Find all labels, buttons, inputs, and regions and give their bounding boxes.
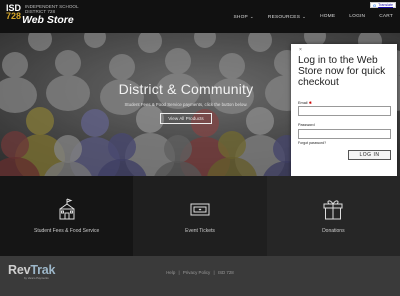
email-field[interactable] bbox=[298, 106, 391, 116]
category-tiles: Student Fees & Food Service Event Ticket… bbox=[0, 176, 400, 256]
login-panel: × Log in to the Web Store now for quick … bbox=[291, 44, 397, 188]
isd728-link[interactable]: ISD 728 bbox=[218, 270, 234, 275]
gift-icon bbox=[323, 200, 343, 220]
nav-resources[interactable]: RESOURCES ⌄ bbox=[268, 14, 306, 20]
tile-donations[interactable]: Donations bbox=[266, 176, 400, 256]
close-icon[interactable]: × bbox=[299, 47, 302, 53]
chevron-down-icon: ⌄ bbox=[249, 13, 254, 19]
email-label: Email ✱ bbox=[298, 101, 312, 105]
forgot-password-link[interactable]: Forgot password? bbox=[298, 141, 326, 145]
tile-student-fees[interactable]: Student Fees & Food Service bbox=[0, 176, 134, 256]
nav-home[interactable]: HOME bbox=[320, 14, 335, 19]
privacy-policy-link[interactable]: Privacy Policy bbox=[183, 270, 210, 275]
view-all-products-button[interactable]: View All Products bbox=[160, 113, 212, 124]
password-label: Password bbox=[298, 123, 315, 127]
ticket-icon bbox=[190, 203, 210, 216]
chevron-down-icon: ⌄ bbox=[302, 13, 307, 19]
help-link[interactable]: Help bbox=[166, 270, 175, 275]
login-button[interactable]: LOG IN bbox=[348, 150, 391, 160]
isd728-logo[interactable]: ISD 728 Independent School District 728 … bbox=[6, 4, 79, 26]
footer-links: Help | Privacy Policy | ISD 728 bbox=[166, 270, 234, 275]
nav-shop[interactable]: SHOP ⌄ bbox=[234, 14, 254, 20]
site-header: ISD 728 Independent School District 728 … bbox=[0, 0, 400, 33]
login-heading: Log in to the Web Store now for quick ch… bbox=[298, 55, 386, 89]
password-field[interactable] bbox=[298, 129, 391, 139]
main-nav: SHOP ⌄ RESOURCES ⌄ HOME LOGIN CART bbox=[227, 0, 400, 33]
required-icon: ✱ bbox=[308, 101, 312, 105]
nav-cart[interactable]: CART bbox=[379, 14, 393, 19]
nav-login[interactable]: LOGIN bbox=[349, 14, 365, 19]
school-icon bbox=[59, 198, 75, 220]
tile-event-tickets[interactable]: Event Tickets bbox=[133, 176, 267, 256]
site-footer: RevTrak by Vanco Payments Help | Privacy… bbox=[0, 256, 400, 296]
